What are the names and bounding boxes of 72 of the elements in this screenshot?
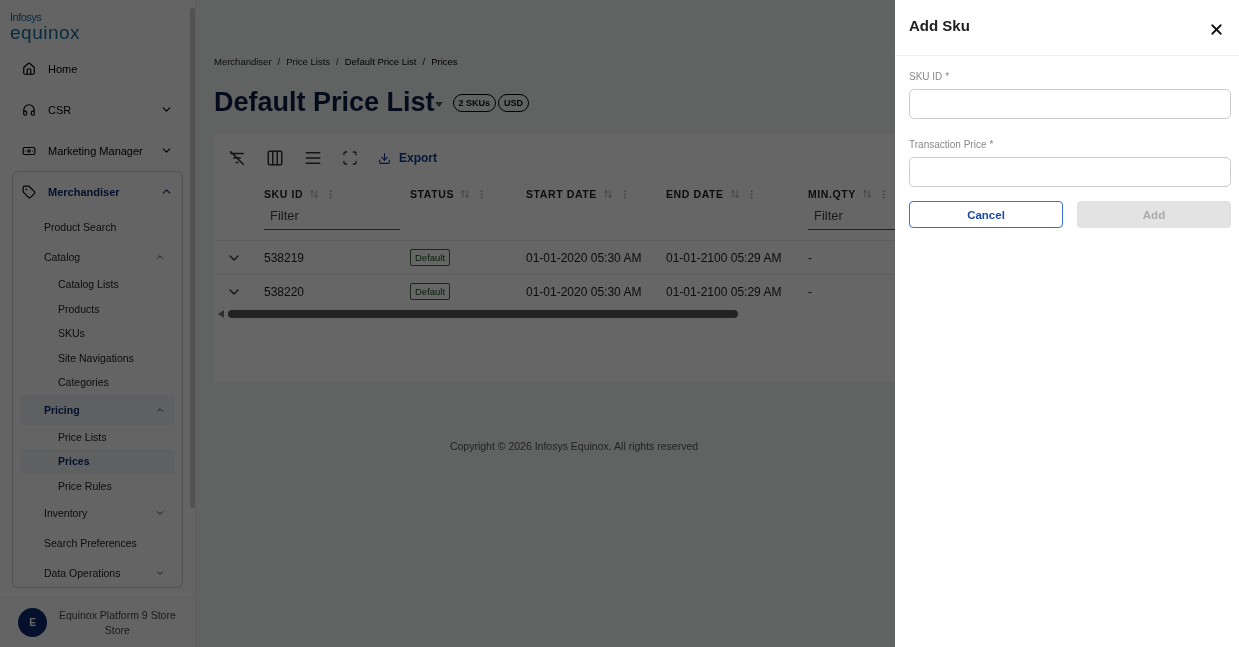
breadcrumb-link[interactable]: Price Lists [286,56,331,67]
sort-icon[interactable] [460,189,471,199]
sidebar-subitem[interactable]: Prices [20,449,175,474]
sort-icon[interactable] [729,189,740,199]
sidebar-item[interactable]: Marketing Manager [12,130,183,171]
sidebar-subitem[interactable]: Categories [20,370,175,395]
required-mark: * [945,71,950,82]
table-cell: 01-01-2100 05:29 AM [666,250,782,265]
sidebar-subitem[interactable]: Pricing [20,394,175,425]
sidebar-subitem[interactable]: Price Lists [20,424,175,449]
sidebar-subitem[interactable]: SKUs [20,321,175,346]
table-cell: - [808,284,812,299]
sidebar-subitem[interactable]: Data Operations [20,558,175,588]
home-icon [22,61,36,76]
sidebar-item[interactable]: CSR [12,89,183,130]
sort-icon[interactable] [602,189,613,199]
sort-icon[interactable] [309,189,320,199]
table-cell: - [808,250,812,265]
required-mark: * [989,139,994,150]
breadcrumb-current: Prices [431,56,458,67]
column-header: SKU ID [264,188,304,200]
status-tag: Default [410,249,451,266]
tag-icon [22,184,36,199]
field-label: SKU ID [909,71,943,82]
column-header: END DATE [666,188,724,200]
export-button[interactable]: Export [378,151,437,165]
breadcrumb-separator: / [277,56,281,67]
store-role: Store [104,624,130,636]
column-header: MIN.QTY [808,188,856,200]
sidebar-item[interactable]: Home [12,48,183,89]
sidebar-subitem[interactable]: Product Search [20,212,175,242]
column-header: START DATE [526,188,597,200]
scroll-left-icon [218,310,224,318]
download-icon [378,151,391,165]
drawer-title: Add Sku [909,17,970,34]
store-name: Equinox Platform 9 Store [59,609,176,621]
copyright-text: Copyright © 2026 Infosys Equinox. All rights reserved [449,440,699,452]
filter-field[interactable]: Filter [264,206,400,230]
headphones-icon [22,102,36,117]
input-field[interactable] [909,89,1231,119]
breadcrumb-separator: / [336,56,339,67]
input-field[interactable] [909,157,1231,187]
filter-off-icon[interactable] [228,149,246,167]
logo: Infosys equinox [9,10,82,45]
table-cell: 01-01-2020 05:30 AM [526,250,642,265]
breadcrumb-current: Default Price List [344,56,417,67]
sidebar-subitem[interactable]: Catalog [20,242,175,272]
sidebar-item[interactable]: Merchandiser [12,171,183,212]
table-cell: 538220 [264,284,305,299]
status-tag: Default [410,283,451,300]
sort-icon[interactable] [861,189,872,199]
sidebar-subitem[interactable]: Price Rules [20,473,175,498]
caret-icon [434,101,443,108]
fullscreen-icon[interactable] [342,150,358,166]
field-label: Transaction Price [909,139,987,150]
sidebar-subitem[interactable]: Products [20,296,175,321]
sidebar-subitem[interactable]: Catalog Lists [20,272,175,297]
cancel-button[interactable]: Cancel [909,201,1063,228]
sidebar-subitem[interactable]: Search Preferences [20,528,175,558]
page-title: Default Price List [214,87,435,118]
breadcrumb-separator: / [422,56,426,67]
table-cell: 538219 [264,250,305,265]
table-cell: 01-01-2100 05:29 AM [666,284,782,299]
sidebar-subitem[interactable]: Site Navigations [20,345,175,370]
breadcrumb-link[interactable]: Merchandiser [214,56,272,67]
density-icon[interactable] [304,149,322,167]
columns-icon[interactable] [266,149,284,167]
close-button[interactable] [1208,21,1225,38]
avatar: E [18,608,47,637]
sidebar-subitem[interactable]: Inventory [20,498,175,528]
table-cell: 01-01-2020 05:30 AM [526,284,642,299]
column-header: STATUS [410,188,455,200]
